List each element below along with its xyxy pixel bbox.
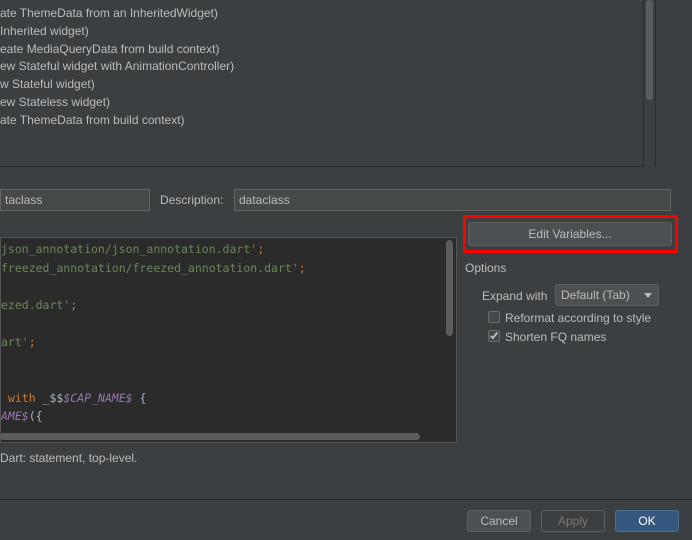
expand-with-select[interactable]: Default (Tab)	[555, 284, 659, 306]
description-field[interactable]: dataclass	[234, 189, 671, 211]
cancel-label: Cancel	[480, 514, 518, 528]
shorten-fq-checkbox[interactable]	[488, 330, 500, 342]
editor-vertical-scroll-thumb[interactable]	[446, 240, 453, 336]
ok-button[interactable]: OK	[615, 510, 679, 532]
code-line: freezed_annotation/freezed_annotation.da…	[1, 259, 306, 277]
apply-label: Apply	[557, 514, 589, 528]
template-list-item[interactable]: w Stateful widget)	[0, 75, 95, 93]
code-line: art';	[1, 333, 36, 351]
editor-horizontal-scroll-thumb[interactable]	[0, 433, 420, 440]
code-line: ezed.dart';	[1, 296, 77, 314]
expand-with-value: Default (Tab)	[561, 288, 630, 302]
applicable-context-text: Dart: statement, top-level.	[0, 451, 138, 465]
code-token: {	[132, 390, 147, 405]
template-list[interactable]: ate ThemeData from an InheritedWidget) In…	[0, 0, 656, 167]
code-token: json_annotation/json_annotation.dart'	[1, 242, 258, 256]
code-token: freezed_annotation/freezed_annotation.da…	[1, 260, 299, 275]
code-line: with _$$$CAP_NAME$ {	[1, 389, 147, 407]
description-label: Description:	[160, 193, 224, 207]
code-token: with	[1, 390, 43, 405]
code-token: art'	[1, 335, 29, 349]
template-list-item[interactable]: ew Stateless widget)	[0, 93, 110, 111]
template-list-item[interactable]: ate ThemeData from an InheritedWidget)	[0, 4, 218, 22]
ok-label: OK	[638, 514, 656, 528]
template-list-item[interactable]: ew Stateful widget with AnimationControl…	[0, 57, 234, 75]
checkmark-icon	[489, 330, 499, 340]
code-line: AME$({	[1, 407, 43, 425]
shorten-fq-label: Shorten FQ names	[505, 330, 607, 344]
code-token: AME$	[1, 409, 29, 424]
code-token: ;	[298, 260, 306, 275]
template-list-item[interactable]: ate ThemeData from build context)	[0, 111, 185, 129]
template-list-item[interactable]: eate MediaQueryData from build context)	[0, 40, 219, 58]
code-token: $CAP_NAME$	[63, 390, 133, 405]
code-token: ;	[70, 297, 78, 312]
reformat-checkbox[interactable]	[488, 311, 500, 323]
code-token: ;	[28, 335, 36, 349]
template-list-scroll-thumb[interactable]	[646, 0, 653, 100]
code-token: ({	[28, 409, 43, 424]
template-text-editor[interactable]: json_annotation/json_annotation.dart'; fr…	[0, 237, 457, 443]
code-line: json_annotation/json_annotation.dart';	[1, 240, 264, 258]
expand-with-label: Expand with	[482, 289, 548, 303]
abbreviation-value: taclass	[5, 193, 43, 207]
edit-variables-label: Edit Variables...	[528, 227, 612, 241]
apply-button[interactable]: Apply	[541, 510, 605, 532]
template-list-item[interactable]: Inherited widget)	[0, 22, 89, 40]
reformat-label: Reformat according to style	[505, 311, 652, 325]
abbreviation-field[interactable]: taclass	[0, 189, 150, 211]
options-title: Options	[465, 261, 507, 275]
description-value: dataclass	[239, 193, 290, 207]
code-token: ;	[257, 242, 265, 256]
code-token: ezed.dart'	[1, 297, 71, 312]
code-token: _$$	[42, 390, 64, 405]
cancel-button[interactable]: Cancel	[467, 510, 531, 532]
chevron-down-icon	[644, 293, 652, 298]
footer-divider	[0, 499, 692, 500]
edit-variables-button[interactable]: Edit Variables...	[468, 222, 672, 246]
